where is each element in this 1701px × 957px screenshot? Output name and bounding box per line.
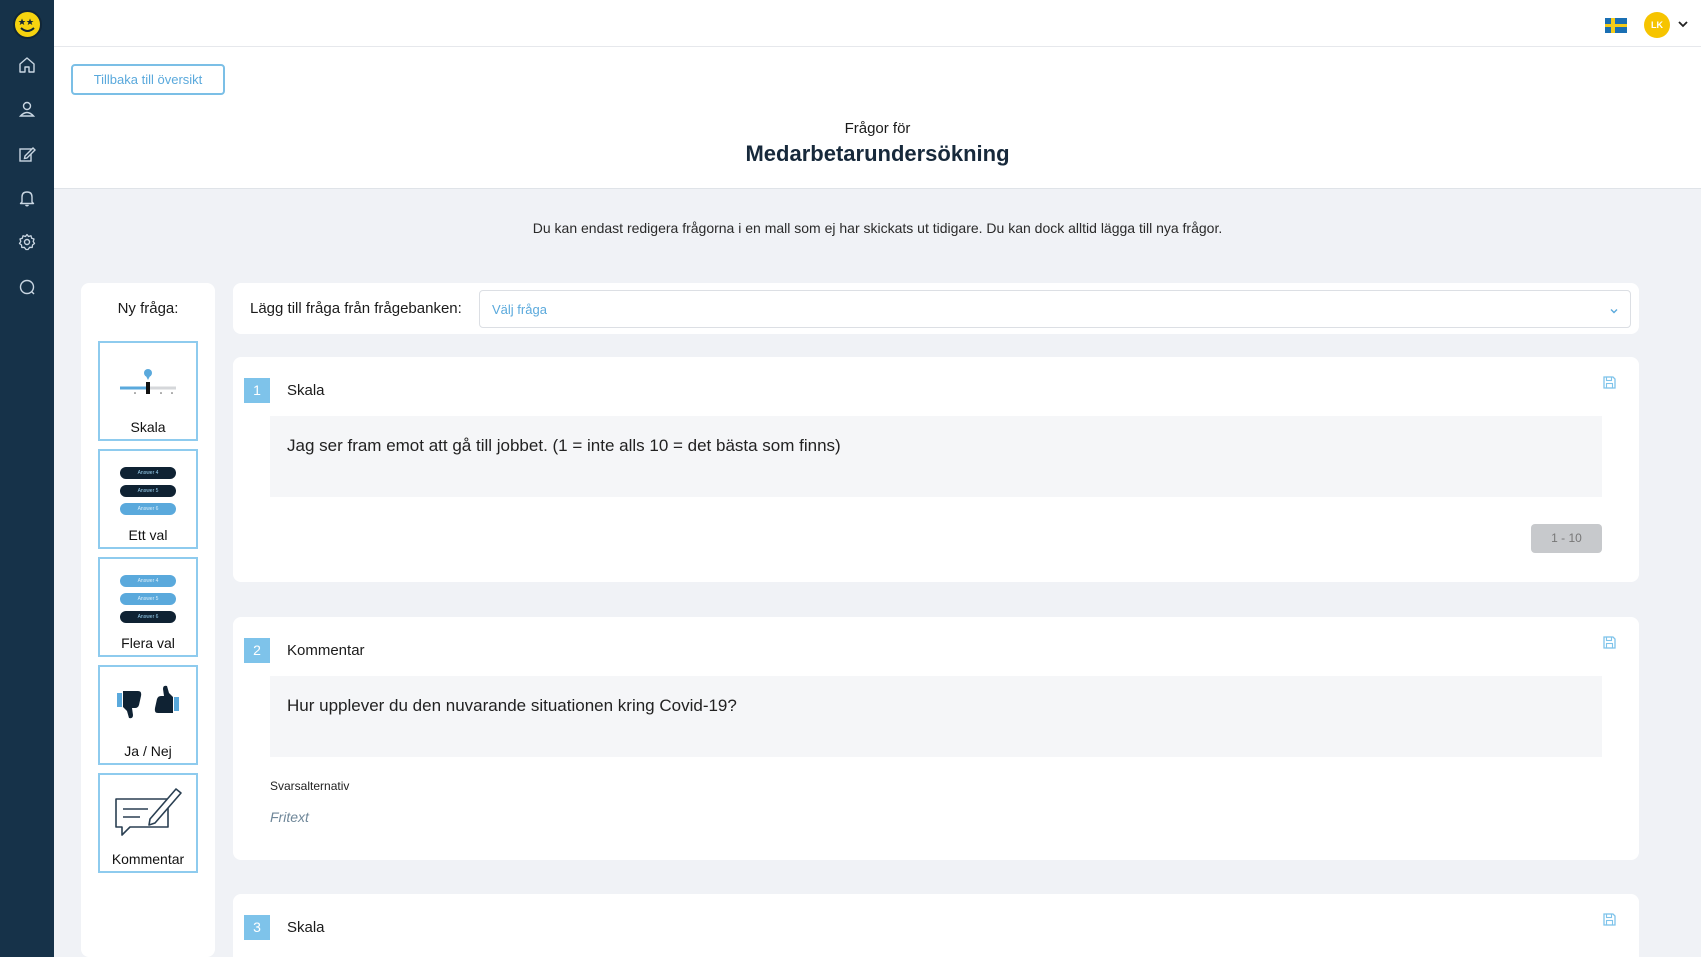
question-type-label: Ett val (128, 527, 168, 543)
edit-icon[interactable] (17, 144, 37, 164)
question-card[interactable]: 2 Kommentar Hur upplever du den nuvarand… (233, 617, 1639, 860)
topbar: LK (54, 0, 1701, 47)
question-text: Hur upplever du den nuvarande situatione… (287, 696, 737, 715)
question-number: 2 (244, 638, 270, 663)
answer-options-value: Fritext (270, 809, 309, 825)
question-type-single-choice[interactable]: Answer 4 Answer 5 Answer 6 Ett val (98, 449, 198, 549)
question-card[interactable]: 3 Skala (233, 894, 1639, 957)
question-text: Jag ser fram emot att gå till jobbet. (1… (287, 436, 841, 455)
bell-icon[interactable] (17, 188, 37, 208)
gear-icon[interactable] (17, 232, 37, 252)
save-icon[interactable] (1602, 635, 1617, 650)
comment-icon (100, 775, 196, 845)
scale-range-badge: 1 - 10 (1531, 524, 1602, 553)
save-icon[interactable] (1602, 375, 1617, 390)
question-type-scale[interactable]: Skala (98, 341, 198, 441)
user-icon[interactable] (17, 99, 37, 119)
question-card[interactable]: 1 Skala Jag ser fram emot att gå till jo… (233, 357, 1639, 582)
sidebar (0, 0, 54, 957)
question-type-multiple-choice[interactable]: Answer 4 Answer 5 Answer 6 Flera val (98, 557, 198, 657)
question-number: 1 (244, 378, 270, 403)
page-header: Tillbaka till översikt Frågor för Medarb… (54, 47, 1701, 189)
question-bank-placeholder: Välj fråga (492, 302, 547, 317)
thumbs-up-down-icon (100, 667, 196, 737)
new-question-title: Ny fråga: (117, 300, 179, 317)
page-title: Medarbetarundersökning (745, 141, 1010, 166)
chevron-down-icon[interactable] (1676, 17, 1690, 31)
home-icon[interactable] (17, 55, 37, 75)
question-text-box[interactable]: Hur upplever du den nuvarande situatione… (270, 676, 1602, 757)
question-type-comment[interactable]: Kommentar (98, 773, 198, 873)
question-type-label: Kommentar (111, 851, 185, 867)
avatar[interactable]: LK (1644, 12, 1670, 38)
question-text-box[interactable]: Jag ser fram emot att gå till jobbet. (1… (270, 416, 1602, 497)
scale-icon (100, 343, 196, 413)
page-subtitle: Frågor för (844, 120, 911, 137)
new-question-panel: Ny fråga: Skala Answer 4 Answer 5 Answer… (81, 283, 215, 957)
question-type-yes-no[interactable]: Ja / Nej (98, 665, 198, 765)
question-type-label: Ja / Nej (124, 743, 172, 759)
question-number: 3 (244, 915, 270, 940)
question-type-label: Skala (130, 419, 166, 435)
back-to-overview-button[interactable]: Tillbaka till översikt (71, 64, 225, 95)
multiple-choice-icon: Answer 4 Answer 5 Answer 6 (100, 559, 196, 629)
swedish-flag-icon[interactable] (1605, 18, 1627, 33)
question-bank-label: Lägg till fråga från frågebanken: (250, 300, 462, 317)
question-bank-bar: Lägg till fråga från frågebanken: Välj f… (233, 283, 1639, 334)
save-icon[interactable] (1602, 912, 1617, 927)
single-choice-icon: Answer 4 Answer 5 Answer 6 (100, 451, 196, 521)
question-type-name: Kommentar (287, 642, 365, 659)
logo[interactable] (13, 10, 42, 39)
search-icon[interactable] (17, 277, 37, 297)
question-type-name: Skala (287, 382, 325, 399)
question-bank-select[interactable]: Välj fråga (479, 290, 1631, 328)
answer-options-label: Svarsalternativ (270, 779, 350, 793)
edit-notice: Du kan endast redigera frågorna i en mal… (532, 220, 1223, 236)
chevron-down-icon (1608, 304, 1620, 316)
question-type-label: Flera val (121, 635, 175, 651)
question-type-name: Skala (287, 919, 325, 936)
